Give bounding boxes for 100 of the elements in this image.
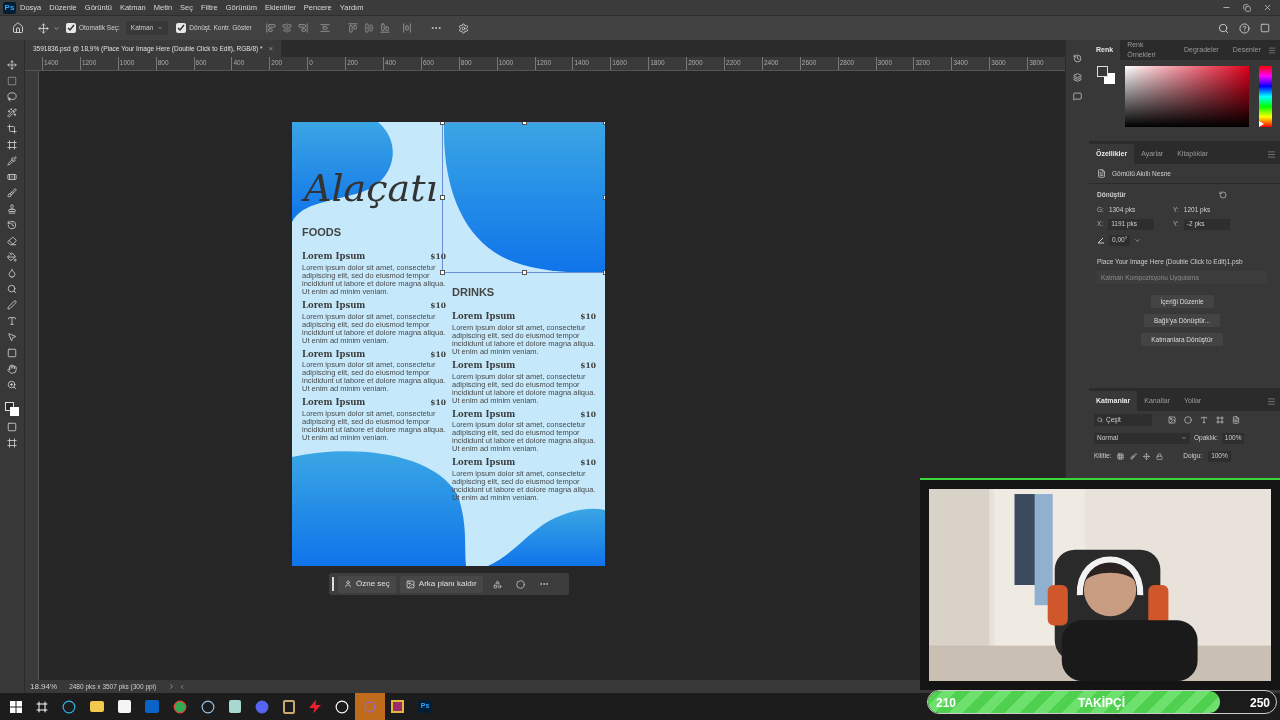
restore-icon[interactable] (1243, 3, 1251, 12)
caret-icon[interactable] (53, 24, 60, 32)
comment-icon[interactable] (1073, 92, 1082, 101)
rectangle-icon[interactable] (7, 348, 17, 358)
shape-filter-icon[interactable] (1216, 416, 1224, 424)
reset-icon[interactable] (1219, 190, 1227, 199)
archive-icon[interactable] (391, 700, 404, 713)
search-icon[interactable] (1218, 22, 1229, 34)
checkbox[interactable] (66, 23, 76, 33)
goal-target: 250 (1249, 695, 1270, 712)
crop-icon[interactable] (7, 124, 17, 134)
move-icon[interactable] (38, 22, 49, 34)
adjustment-filter-icon[interactable] (1184, 416, 1192, 424)
person-icon (344, 580, 352, 588)
zoom-icon[interactable] (7, 380, 17, 390)
chevron-icon[interactable] (168, 683, 176, 690)
screen-mode-icon[interactable] (7, 438, 17, 448)
folder-icon[interactable] (90, 701, 104, 712)
color-swatches[interactable] (5, 402, 19, 416)
zoom-level[interactable]: 18.94% (30, 680, 58, 693)
align-left-icon[interactable] (265, 23, 276, 33)
item-name: Lorem Ipsum (452, 456, 516, 469)
lasso-icon[interactable] (7, 92, 17, 102)
brush-icon[interactable] (7, 188, 17, 198)
steam-icon[interactable] (201, 699, 215, 714)
task-view-icon[interactable] (36, 700, 48, 713)
recorder-icon[interactable] (335, 699, 349, 714)
pen-icon[interactable] (7, 300, 17, 310)
bandage-icon[interactable] (7, 172, 17, 182)
shape-icon[interactable] (492, 579, 502, 589)
close-icon[interactable] (1263, 3, 1272, 12)
check-icon (177, 24, 186, 32)
browser-icon[interactable] (62, 699, 76, 714)
eyedropper-icon[interactable] (7, 156, 17, 166)
app-logo[interactable]: Ps (3, 1, 16, 14)
settings-icon[interactable] (457, 22, 469, 34)
text-filter-icon[interactable] (1200, 416, 1208, 424)
item-name: Lorem Ipsum (302, 347, 366, 361)
lock-position-icon[interactable] (1143, 452, 1151, 460)
lock-paint-icon[interactable] (1130, 452, 1138, 460)
angle-icon (1097, 236, 1105, 244)
history-icon[interactable] (1073, 54, 1082, 63)
chrome-icon[interactable] (173, 699, 187, 714)
caret-icon (1181, 435, 1187, 441)
goal-current: 210 (936, 695, 957, 712)
panel-menu-icon[interactable] (1267, 149, 1276, 159)
align-right-icon[interactable] (297, 23, 308, 33)
text-tool-icon[interactable] (7, 316, 17, 326)
lock-pixels-icon[interactable] (1117, 452, 1125, 460)
color-swatches[interactable] (1097, 66, 1115, 84)
section-heading: DRINKS (452, 285, 495, 300)
store-icon[interactable] (118, 700, 131, 713)
layers-icon[interactable] (1073, 73, 1082, 82)
search-icon[interactable] (7, 284, 17, 294)
tab-close[interactable]: × (268, 42, 274, 55)
align-top-icon[interactable] (347, 23, 358, 33)
image-icon (405, 579, 415, 589)
scroll-left-icon[interactable] (179, 683, 186, 690)
section-heading: FOODS (302, 225, 342, 240)
pointer-icon[interactable] (7, 332, 17, 342)
caret-icon (157, 25, 164, 31)
item-name: Lorem Ipsum (302, 298, 366, 312)
stamp-icon[interactable] (7, 204, 17, 214)
home-icon[interactable] (12, 22, 24, 34)
notepad-icon[interactable] (229, 700, 241, 713)
bucket-icon[interactable] (7, 252, 17, 262)
hue-slider[interactable] (1259, 66, 1272, 127)
lock-all-icon[interactable] (1156, 452, 1164, 460)
item-name: Lorem Ipsum (452, 358, 516, 372)
search-icon (1097, 417, 1103, 423)
color-field[interactable] (1125, 66, 1249, 127)
quick-mask-icon[interactable] (7, 422, 17, 432)
panel-menu-icon[interactable] (1267, 45, 1276, 55)
move-icon[interactable] (7, 60, 17, 70)
check-icon (67, 24, 75, 32)
item-name: Lorem Ipsum (452, 310, 516, 323)
align-bottom-icon[interactable] (379, 23, 390, 33)
wand-icon[interactable] (7, 108, 17, 118)
image-filter-icon[interactable] (1168, 416, 1176, 424)
distribute-icon[interactable] (319, 23, 330, 33)
frame-icon[interactable] (7, 140, 17, 150)
history-icon[interactable] (7, 220, 17, 230)
workspace-icon[interactable] (1260, 23, 1270, 33)
marquee-icon[interactable] (7, 76, 17, 86)
help-icon[interactable] (1239, 22, 1250, 34)
hue-thumb[interactable] (1259, 121, 1264, 127)
discord-icon[interactable] (255, 699, 269, 714)
caret-icon[interactable] (1134, 236, 1142, 244)
panel-menu-icon[interactable] (1267, 396, 1276, 406)
select-subject-button[interactable]: Özne seç (338, 575, 396, 593)
contrast-icon[interactable] (515, 579, 525, 589)
droplet-icon[interactable] (7, 268, 17, 278)
smart-object-filter-icon[interactable] (1232, 416, 1240, 424)
game-icon[interactable] (283, 699, 295, 714)
windows-icon[interactable] (10, 700, 22, 713)
distribute-icon[interactable] (401, 23, 412, 33)
remove-background-button[interactable]: Arka planı kaldır (399, 575, 483, 593)
eraser-icon[interactable] (7, 236, 17, 246)
checkbox[interactable] (176, 23, 187, 33)
hand-icon[interactable] (7, 364, 17, 374)
